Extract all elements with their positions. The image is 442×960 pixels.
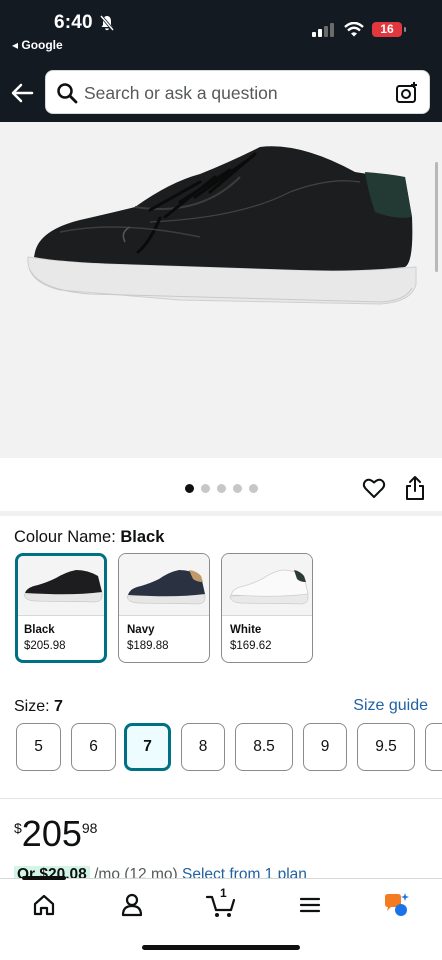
swatch-thumbnail [18,556,104,616]
carousel-dot[interactable] [233,484,242,493]
status-time: 6:40 [54,12,93,33]
status-indicators: 16 [312,22,406,37]
size-option[interactable]: 9 [303,723,347,771]
carousel-dot[interactable] [185,484,194,493]
search-bar[interactable]: Search or ask a question [45,70,430,114]
silent-bell-icon [100,15,114,31]
product-image-sneaker [27,146,417,305]
size-option[interactable]: 9.5 [357,723,415,771]
price-symbol: $ [14,820,22,836]
search-icon [57,83,78,104]
size-guide-link[interactable]: Size guide [353,697,428,715]
carousel-dot[interactable] [201,484,210,493]
navy-sneaker-thumbnail [126,570,206,605]
carousel-dots [185,484,258,493]
price-fraction: 98 [81,820,98,836]
price-whole: 205 [21,813,82,854]
heart-icon[interactable] [362,476,386,500]
size-option-partial[interactable] [425,723,442,771]
swatch-price: $189.88 [127,640,169,652]
cart-count: 1 [220,886,227,900]
size-option[interactable]: 6 [71,723,116,771]
swatch-price: $169.62 [230,640,272,652]
home-indicator [142,945,300,950]
rufus-assistant-icon[interactable] [382,891,410,919]
swatch-name: Navy [127,624,155,636]
home-icon[interactable] [30,891,58,919]
product-image-gallery[interactable] [0,122,442,458]
colour-label: Colour Name: Black [14,528,164,547]
colour-label-text: Colour Name: [14,528,121,546]
cellular-signal-icon [312,22,334,37]
image-actions-row [0,458,442,516]
size-label-text: Size: [14,698,55,715]
size-option[interactable]: 8 [181,723,225,771]
size-option[interactable]: 8.5 [235,723,293,771]
size-option-selected[interactable]: 7 [124,723,171,771]
wifi-icon [344,22,364,37]
swatch-name: White [230,624,262,636]
search-input[interactable]: Search or ask a question [84,83,278,104]
carousel-dot[interactable] [217,484,226,493]
swatch-name: Black [24,624,55,636]
active-tab-indicator [22,876,66,880]
section-divider [0,798,442,799]
white-sneaker-thumbnail [229,569,309,605]
swatch-thumbnail [222,554,312,616]
scroll-indicator [435,162,438,272]
camera-search-icon[interactable] [395,81,419,105]
colour-swatch-white[interactable]: White $169.62 [221,553,313,663]
swatch-thumbnail [119,554,209,616]
carousel-dot[interactable] [249,484,258,493]
black-sneaker-thumbnail [23,570,103,603]
share-icon[interactable] [404,475,426,501]
back-arrow-icon[interactable] [10,80,36,106]
colour-selected-value: Black [120,528,165,546]
back-to-app-link[interactable]: ◂ Google [12,38,63,52]
product-price: $ 205 98 [14,814,97,854]
account-icon[interactable] [118,891,146,919]
swatch-price: $205.98 [24,640,66,652]
menu-icon[interactable] [296,891,324,919]
top-bar: 6:40 ◂ Google 16 Search or ask a questio… [0,0,442,122]
colour-swatch-navy[interactable]: Navy $189.88 [118,553,210,663]
size-label: Size: 7 [14,698,63,716]
size-selected-value: 7 [54,698,63,715]
size-option[interactable]: 5 [16,723,61,771]
battery-indicator: 16 [372,22,406,37]
colour-swatch-black[interactable]: Black $205.98 [15,553,107,663]
